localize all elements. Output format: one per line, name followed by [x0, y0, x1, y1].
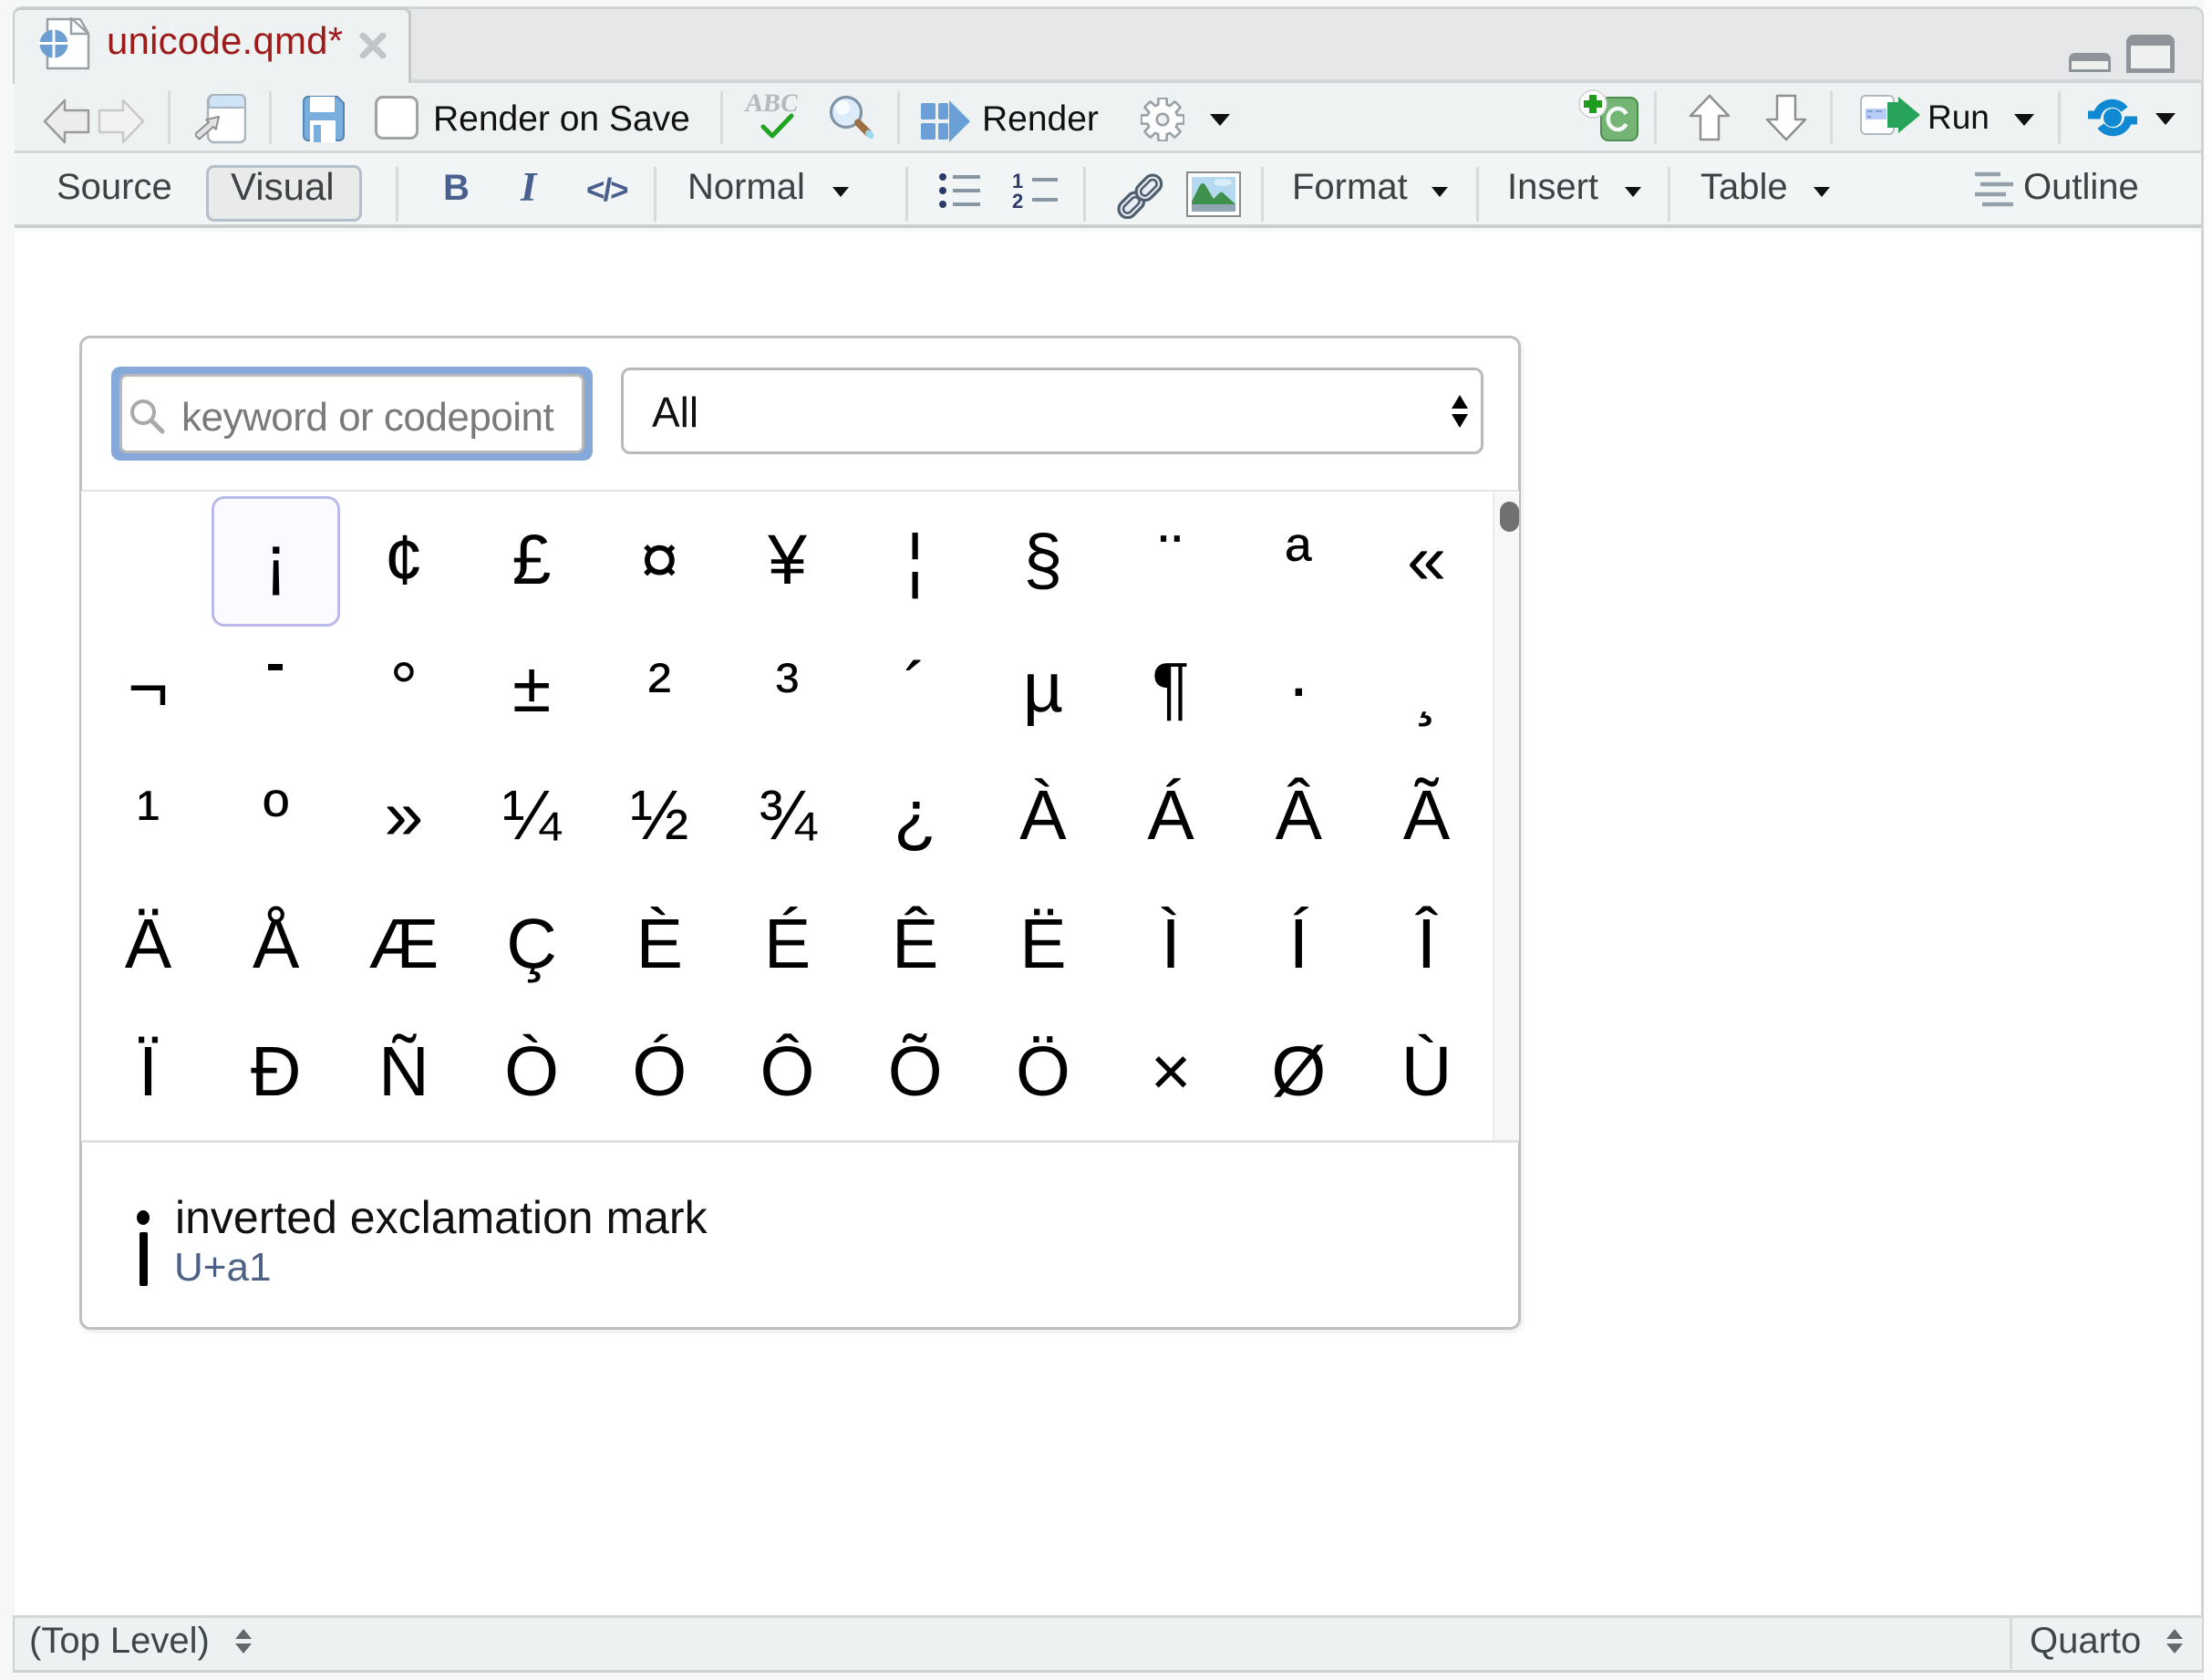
- svg-text:2: 2: [1012, 190, 1023, 210]
